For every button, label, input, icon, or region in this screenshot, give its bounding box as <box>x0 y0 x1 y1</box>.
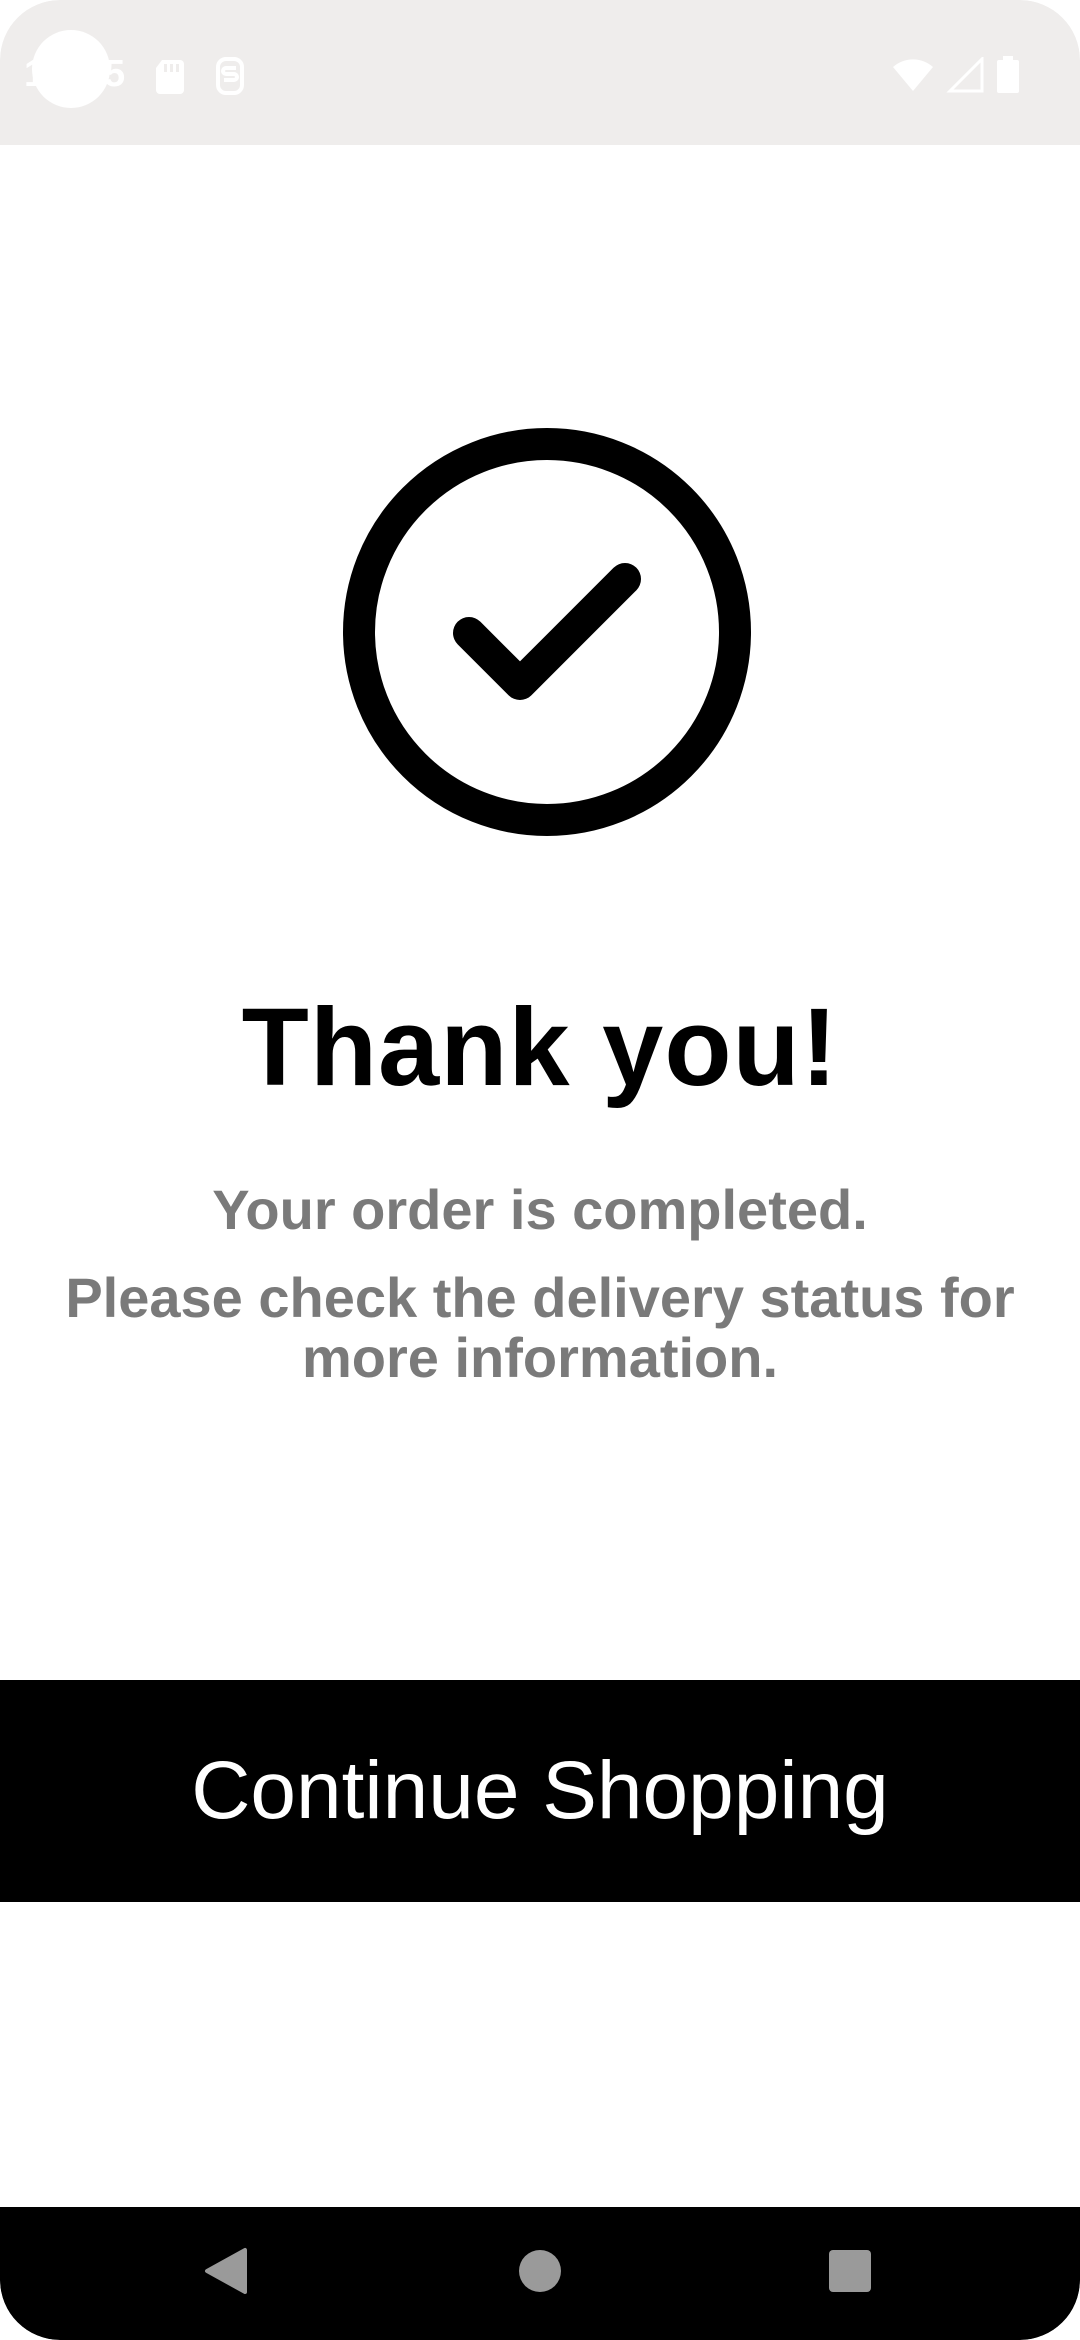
check-circle-icon <box>343 428 751 836</box>
status-bar: 12:35 <box>0 0 1080 145</box>
back-icon <box>203 2246 249 2301</box>
sd-card-icon <box>150 56 190 96</box>
screen: 12:35 <box>0 0 1080 2340</box>
page-title: Thank you! <box>241 986 839 1109</box>
wifi-icon <box>892 57 934 98</box>
back-button[interactable] <box>146 2207 306 2340</box>
confirmation-message: Your order is completed. Please check th… <box>20 1180 1060 1388</box>
recents-button[interactable] <box>770 2207 930 2340</box>
status-right <box>892 55 1020 99</box>
continue-shopping-button[interactable]: Continue Shopping <box>0 1680 1080 1902</box>
cell-signal-icon <box>946 55 984 98</box>
home-icon <box>518 2249 562 2298</box>
navigation-bar <box>0 2207 1080 2340</box>
battery-icon <box>996 56 1020 99</box>
sim-icon <box>210 56 250 96</box>
recents-icon <box>828 2249 872 2298</box>
camera-cutout <box>32 30 110 108</box>
order-completed-text: Your order is completed. <box>212 1178 868 1241</box>
delivery-status-text: Please check the delivery status for mor… <box>65 1266 1015 1389</box>
home-button[interactable] <box>460 2207 620 2340</box>
